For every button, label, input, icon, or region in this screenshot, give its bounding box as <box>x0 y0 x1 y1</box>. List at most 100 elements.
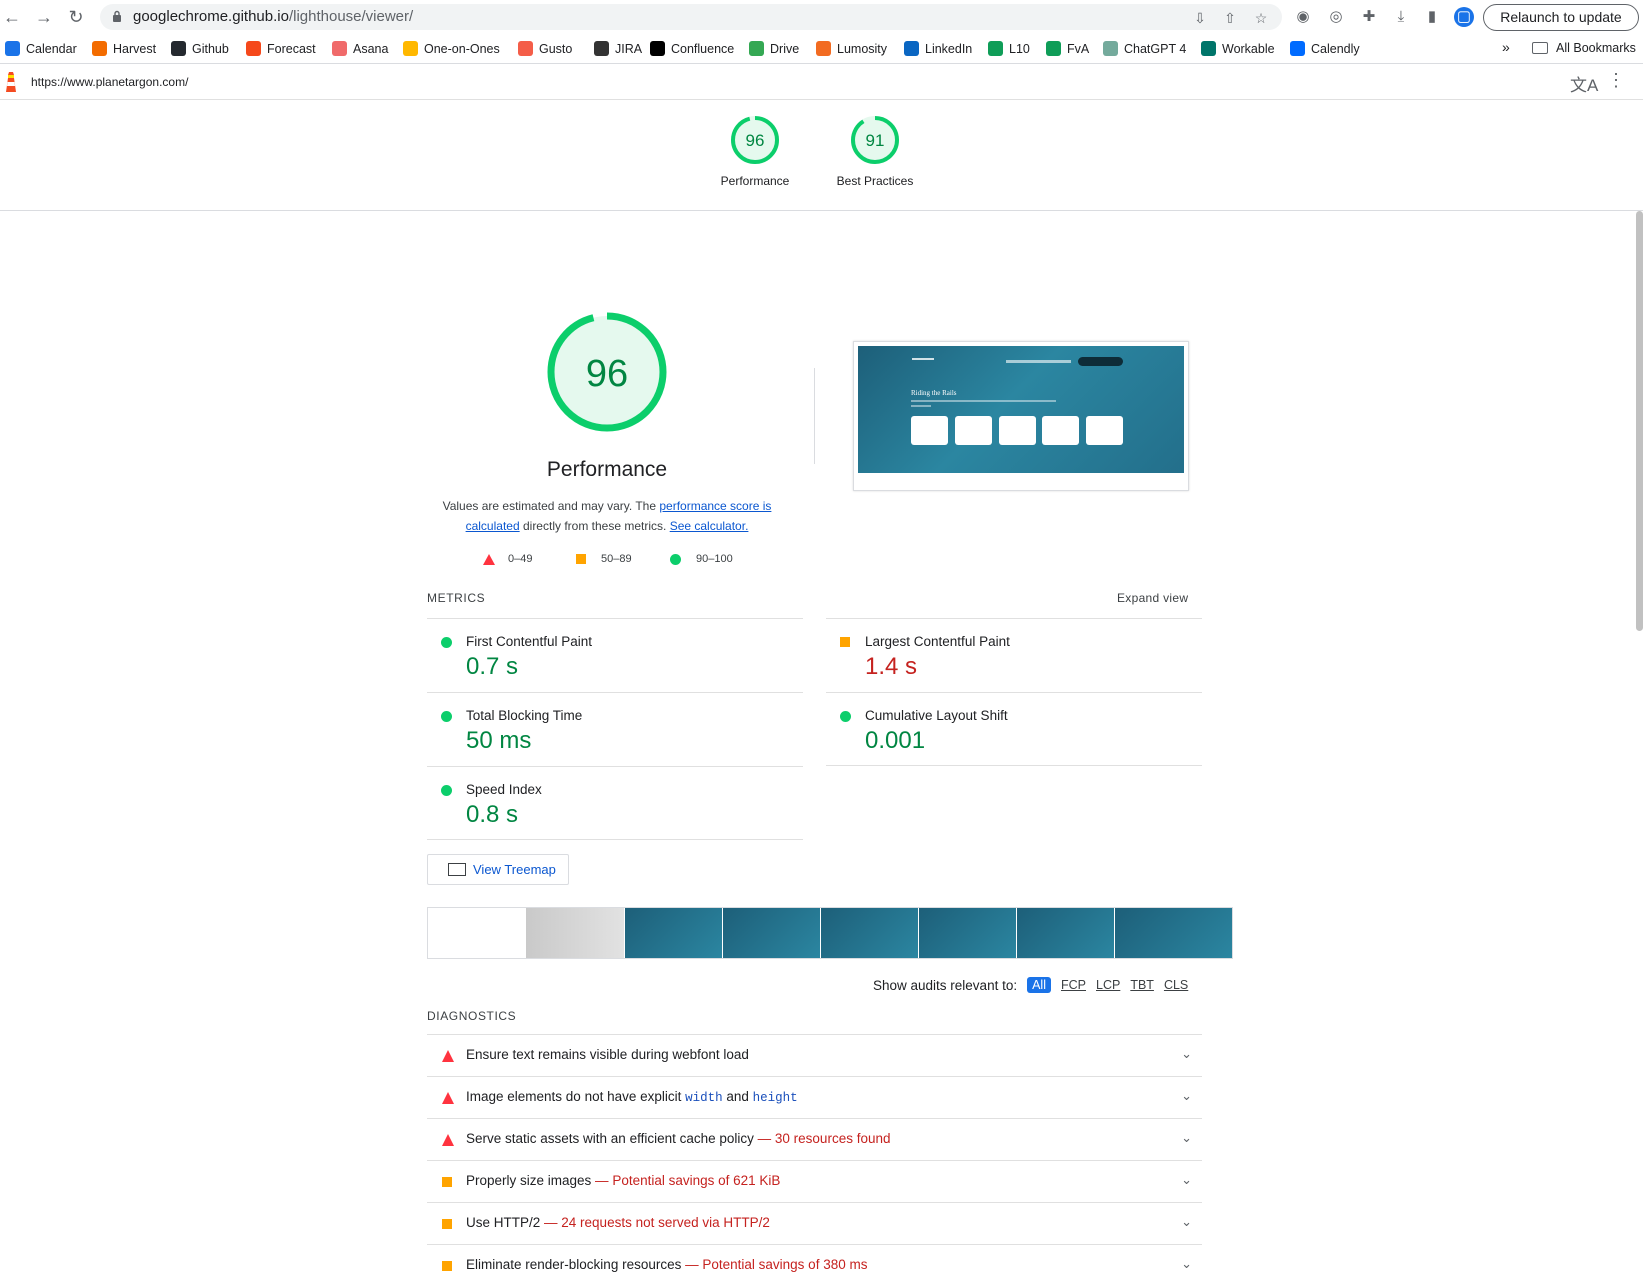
chevron-down-icon[interactable]: ⌄ <box>1181 1088 1192 1104</box>
bookmark-item[interactable]: JIRA <box>594 41 642 56</box>
filter-lcp[interactable]: LCP <box>1096 978 1120 992</box>
bookmark-item[interactable]: Lumosity <box>816 41 887 56</box>
performance-gauge: 96 <box>547 312 667 432</box>
filter-all[interactable]: All <box>1027 977 1051 993</box>
audit-row[interactable]: Ensure text remains visible during webfo… <box>427 1034 1202 1076</box>
audit-title: Image elements do not have explicit widt… <box>466 1089 798 1105</box>
bookmarks-overflow-chevron[interactable]: » <box>1502 39 1510 55</box>
bookmark-star-icon[interactable]: ☆ <box>1252 9 1270 27</box>
bookmark-label: Workable <box>1222 41 1275 56</box>
chevron-down-icon[interactable]: ⌄ <box>1181 1046 1192 1062</box>
final-screenshot[interactable]: Riding the Rails <box>853 341 1189 491</box>
bookmark-label: FvA <box>1067 41 1090 56</box>
audit-filter-bar: Show audits relevant to: All FCP LCP TBT… <box>873 977 1188 993</box>
bookmarks-bar: Calendar Harvest Github Forecast Asana One-on… <box>0 34 1643 64</box>
extensions-puzzle-icon[interactable]: ✚ <box>1359 7 1379 27</box>
bookmark-item[interactable]: Calendly <box>1290 41 1360 56</box>
workable-icon <box>1201 41 1216 56</box>
site-nav <box>1006 360 1071 363</box>
reload-icon[interactable]: ↻ <box>64 6 88 28</box>
filter-label: Show audits relevant to: <box>873 977 1018 993</box>
treemap-label: View Treemap <box>473 862 556 877</box>
downloads-icon[interactable]: ⤓ <box>1391 7 1411 27</box>
bookmark-item[interactable]: Drive <box>749 41 799 56</box>
audit-display-value: Potential savings of 621 KiB <box>612 1173 781 1188</box>
orange-square-icon <box>442 1219 452 1229</box>
bookmark-item[interactable]: Confluence <box>650 41 734 56</box>
address-url[interactable]: googlechrome.github.io/lighthouse/viewer… <box>133 8 413 25</box>
all-bookmarks-label: All Bookmarks <box>1556 41 1636 55</box>
profile-avatar-icon[interactable]: ▢ <box>1454 7 1474 27</box>
share-icon[interactable]: ⇧ <box>1221 9 1239 27</box>
gauge-description: Values are estimated and may vary. The p… <box>442 499 772 533</box>
see-calculator-link[interactable]: See calculator. <box>670 519 749 533</box>
site-tile <box>1086 416 1123 445</box>
site-tile <box>1042 416 1079 445</box>
lumosity-icon <box>816 41 831 56</box>
summary-gauge-performance[interactable]: 96 Performance <box>695 115 815 188</box>
bookmark-item[interactable]: L10 <box>988 41 1030 56</box>
forecast-icon <box>246 41 261 56</box>
bookmark-item[interactable]: LinkedIn <box>904 41 972 56</box>
chevron-down-icon[interactable]: ⌄ <box>1181 1214 1192 1230</box>
green-circle-icon <box>670 553 681 565</box>
audit-row[interactable]: Serve static assets with an efficient ca… <box>427 1118 1202 1160</box>
metric-total-blocking-time: Total Blocking Time 50 ms <box>427 692 803 766</box>
metric-divider <box>826 765 1202 766</box>
svg-text:96: 96 <box>586 353 628 395</box>
summary-gauge-best-practices[interactable]: 91 Best Practices <box>815 115 935 188</box>
chevron-down-icon[interactable]: ⌄ <box>1181 1256 1192 1272</box>
audit-row[interactable]: Eliminate render-blocking resources — Po… <box>427 1244 1202 1286</box>
bookmark-label: Drive <box>770 41 800 56</box>
side-panel-icon[interactable]: ▮ <box>1422 7 1442 27</box>
relaunch-button[interactable]: Relaunch to update <box>1483 4 1639 31</box>
filter-cls[interactable]: CLS <box>1164 978 1188 992</box>
address-bar[interactable]: googlechrome.github.io/lighthouse/viewer… <box>100 4 1282 30</box>
install-app-icon[interactable]: ⇩ <box>1191 9 1209 27</box>
bookmark-item[interactable]: ChatGPT 4 <box>1103 41 1186 56</box>
bookmark-label: Calendly <box>1311 41 1360 56</box>
harvest-icon <box>92 41 107 56</box>
gauge-title: Performance <box>546 458 668 481</box>
one-on-ones-icon <box>403 41 418 56</box>
red-triangle-icon <box>442 1134 454 1146</box>
audit-row[interactable]: Image elements do not have explicit widt… <box>427 1076 1202 1118</box>
bookmark-item[interactable]: Asana <box>332 41 388 56</box>
expand-view-toggle[interactable]: Expand view <box>1117 591 1188 605</box>
bookmark-item[interactable]: Gusto <box>518 41 572 56</box>
extension-icon[interactable]: ◉ <box>1293 7 1313 27</box>
chevron-down-icon[interactable]: ⌄ <box>1181 1172 1192 1188</box>
view-treemap-button[interactable]: View Treemap <box>427 854 569 885</box>
filter-tbt[interactable]: TBT <box>1130 978 1154 992</box>
red-triangle-icon <box>442 1050 454 1062</box>
kebab-menu-icon[interactable]: ⋮ <box>1607 70 1625 91</box>
metric-divider <box>427 839 803 840</box>
audit-row[interactable]: Properly size images — Potential savings… <box>427 1160 1202 1202</box>
bookmark-item[interactable]: Harvest <box>92 41 156 56</box>
audit-title: Use HTTP/2 <box>466 1215 541 1230</box>
metric-largest-contentful-paint: Largest Contentful Paint 1.4 s <box>826 618 1202 692</box>
audit-row[interactable]: Use HTTP/2 — 24 requests not served via … <box>427 1202 1202 1244</box>
extension-icon[interactable]: ◎ <box>1326 7 1346 27</box>
orange-square-icon <box>442 1177 452 1187</box>
metric-first-contentful-paint: First Contentful Paint 0.7 s <box>427 618 803 692</box>
chevron-down-icon[interactable]: ⌄ <box>1181 1130 1192 1146</box>
legend-fail: 0–49 <box>483 553 532 565</box>
bookmark-item[interactable]: Workable <box>1201 41 1275 56</box>
bookmark-item[interactable]: FvA <box>1046 41 1089 56</box>
metric-name: Largest Contentful Paint <box>865 634 1010 649</box>
bookmark-item[interactable]: Forecast <box>246 41 316 56</box>
filmstrip-frame <box>428 908 526 958</box>
filmstrip-frame <box>918 908 1016 958</box>
bookmark-item[interactable]: Github <box>171 41 229 56</box>
site-text-line <box>911 405 931 407</box>
bookmark-item[interactable]: Calendar <box>5 41 77 56</box>
chatgpt-icon <box>1103 41 1118 56</box>
all-bookmarks-button[interactable]: All Bookmarks <box>1532 41 1636 55</box>
page-scrollbar[interactable] <box>1636 211 1643 631</box>
bookmark-item[interactable]: One-on-Ones <box>403 41 500 56</box>
translate-icon[interactable]: 文A <box>1570 71 1598 96</box>
forward-arrow-icon[interactable]: → <box>32 6 56 28</box>
back-arrow-icon[interactable]: ← <box>0 6 24 28</box>
filter-fcp[interactable]: FCP <box>1061 978 1086 992</box>
